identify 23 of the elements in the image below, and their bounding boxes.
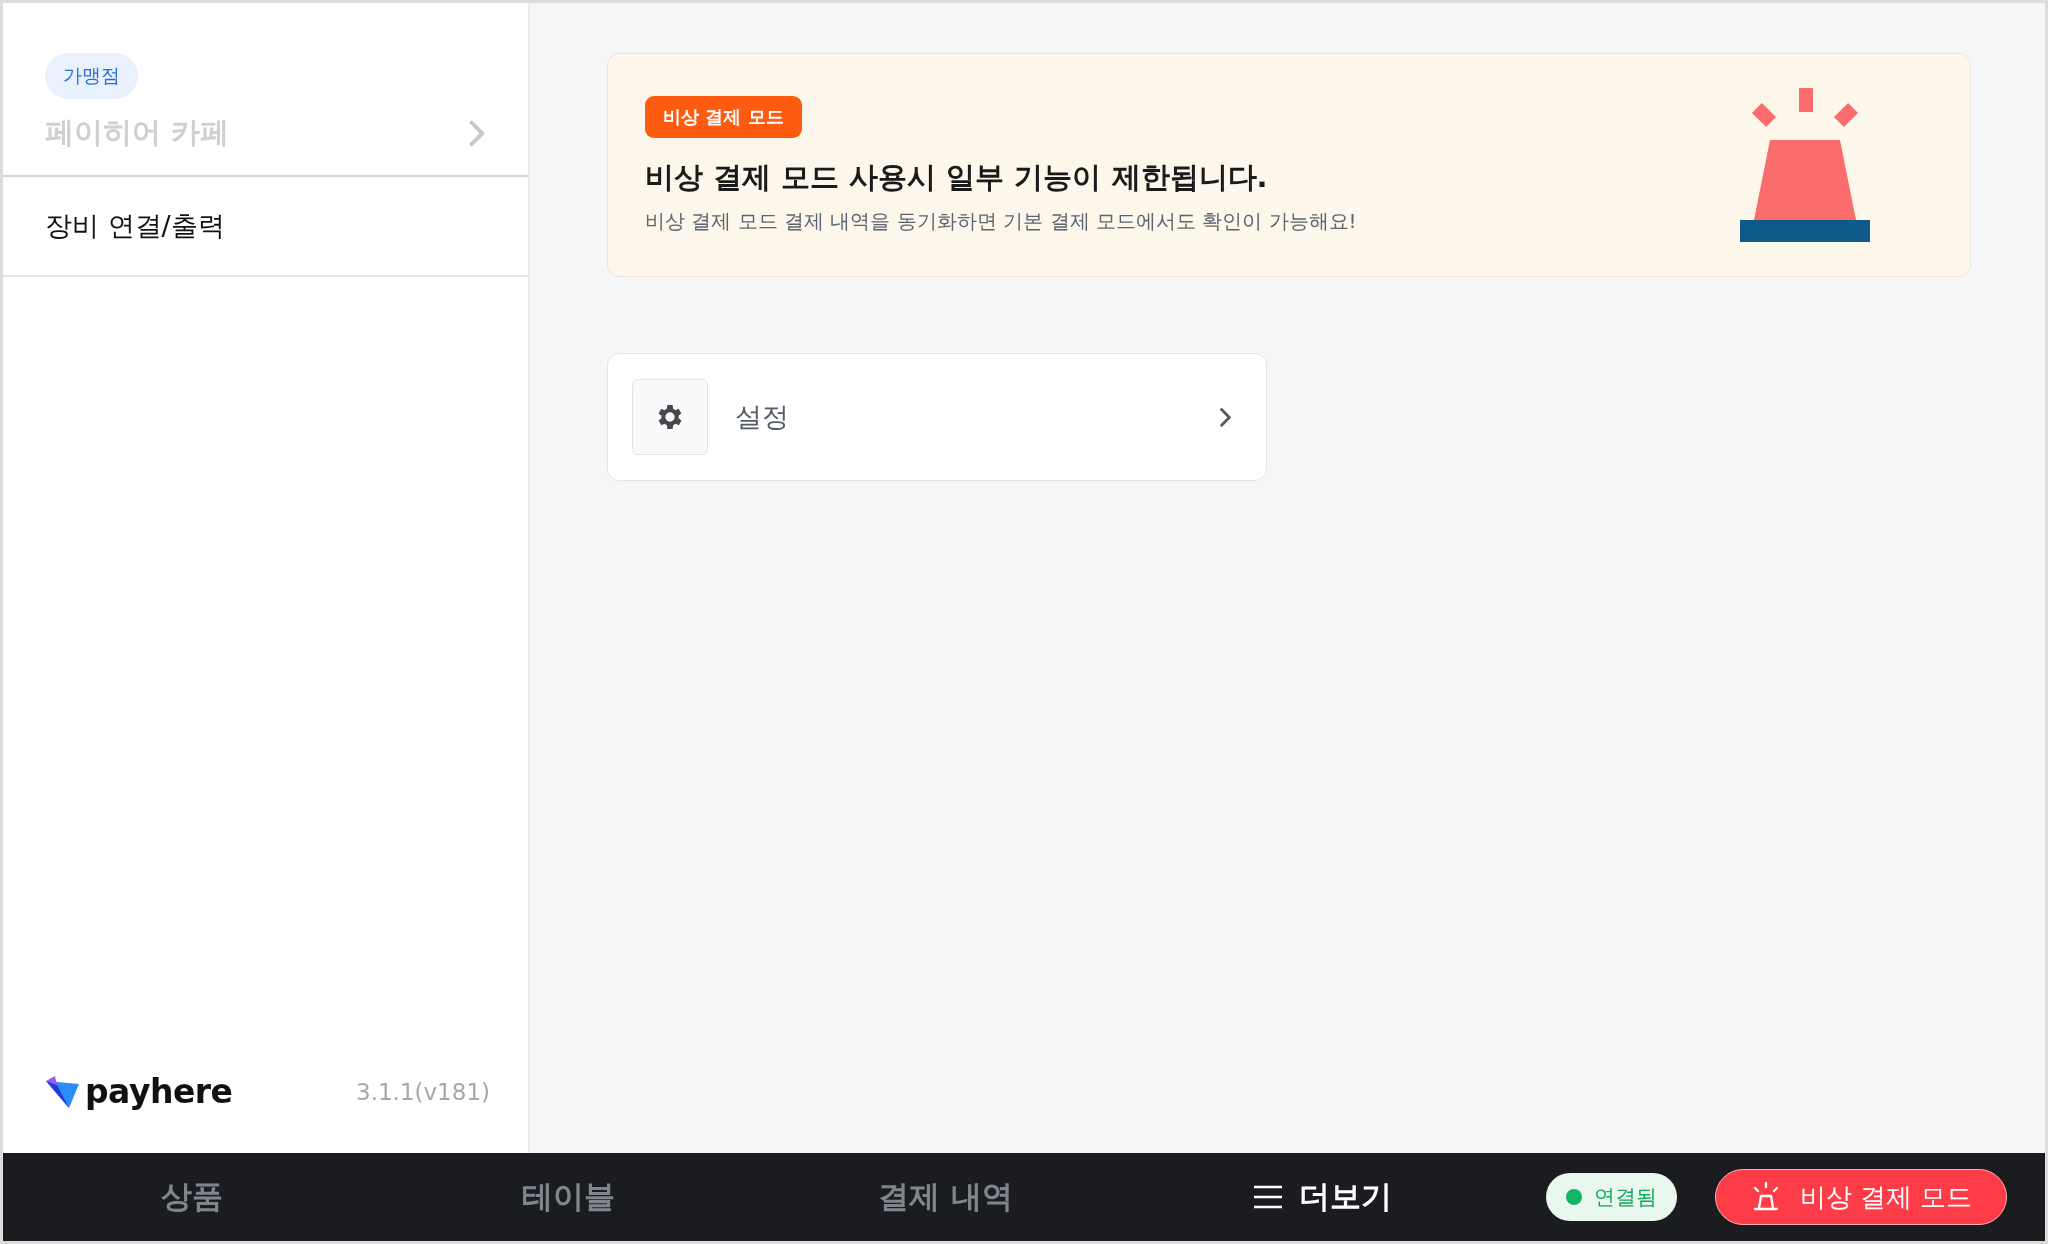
logo-icon <box>45 1074 79 1109</box>
sidebar-item[interactable]: 장비 연결/출력 <box>3 177 528 277</box>
banner-description: 비상 결제 모드 결제 내역을 동기화하면 기본 결제 모드에서도 확인이 가능해요! <box>645 207 1357 235</box>
nav-tab-label: 더보기 <box>1299 1177 1392 1216</box>
nav-tab[interactable]: 더보기 <box>1134 1176 1511 1218</box>
nav-tab[interactable]: 상품 <box>3 1176 380 1218</box>
emergency-mode-button[interactable]: 비상 결제 모드 <box>1715 1169 2007 1225</box>
nav-tab-label: 테이블 <box>522 1177 615 1216</box>
nav-tab[interactable]: 테이블 <box>380 1176 757 1218</box>
nav-tab-label: 결제 내역 <box>878 1177 1013 1216</box>
store-badge: 가맹점 <box>45 53 138 99</box>
nav-tab-label: 상품 <box>160 1177 223 1216</box>
chevron-right-icon <box>1219 406 1232 428</box>
menu-icon <box>1253 1185 1283 1209</box>
settings-card[interactable]: 설정 <box>607 353 1267 481</box>
mode-tag: 비상 결제 모드 <box>645 95 802 138</box>
banner-title: 비상 결제 모드 사용시 일부 기능이 제한됩니다. <box>645 158 1268 196</box>
chevron-right-icon <box>468 118 486 148</box>
nav-tab[interactable]: 결제 내역 <box>757 1176 1134 1218</box>
status-label: 연결됨 <box>1594 1184 1657 1211</box>
card-label: 설정 <box>735 400 790 434</box>
logo-text: payhere <box>85 1072 233 1111</box>
version-text: 3.1.1(v181) <box>356 1078 490 1105</box>
